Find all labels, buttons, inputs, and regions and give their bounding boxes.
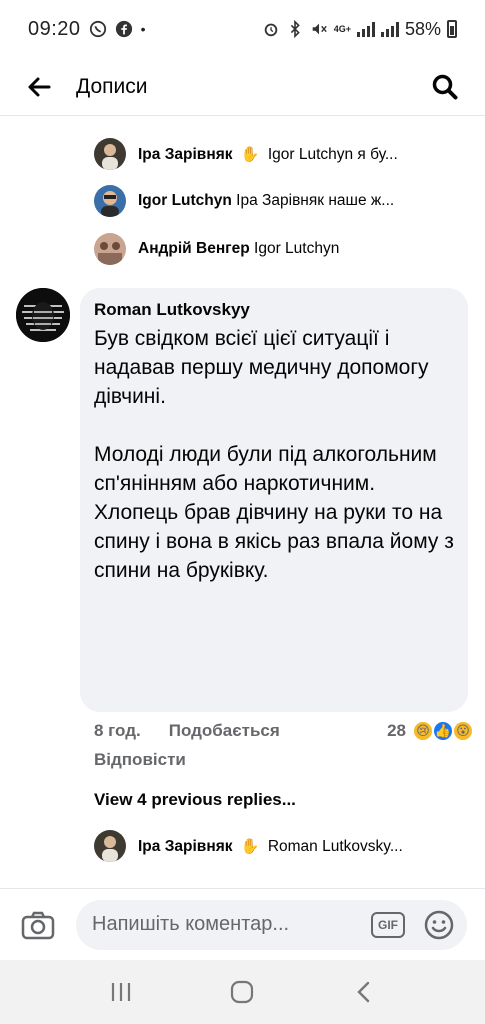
battery-icon bbox=[447, 20, 457, 38]
like-reaction-icon: 👍 bbox=[432, 720, 454, 742]
search-icon bbox=[432, 74, 458, 99]
signal-icon bbox=[356, 21, 375, 37]
bluetooth-icon bbox=[290, 20, 300, 38]
reply-item[interactable]: Igor Lutchyn Іра Зарівняк наше ж... bbox=[94, 183, 464, 219]
network-type: 4G+ bbox=[333, 24, 351, 34]
wow-reaction-icon: 😮 bbox=[452, 720, 474, 742]
avatar[interactable] bbox=[94, 830, 126, 862]
recents-icon bbox=[111, 983, 130, 1001]
reactions[interactable]: 28 😢 👍 😮 bbox=[387, 720, 474, 742]
avatar[interactable] bbox=[94, 185, 126, 217]
viber-icon bbox=[89, 20, 106, 38]
status-bar: 09:20 • 4G+ 58% bbox=[0, 0, 485, 58]
signal-icon-2 bbox=[380, 21, 399, 37]
reply-item[interactable]: Іра Зарівняк ✋ Igor Lutchyn я бу... bbox=[94, 136, 464, 172]
comment-body: Був свідком всієї цієї ситуації і надава… bbox=[94, 327, 454, 582]
search-button[interactable] bbox=[429, 71, 461, 103]
reply-author[interactable]: Іра Зарівняк bbox=[138, 146, 233, 163]
top-bar: Дописи bbox=[0, 58, 485, 116]
comment-actions: 8 год. Подобається 28 😢 👍 😮 bbox=[94, 720, 474, 742]
reply-snippet: Igor Lutchyn я бу... bbox=[267, 145, 398, 163]
dot-icon: • bbox=[140, 21, 146, 37]
reply-snippet: Igor Lutchyn bbox=[254, 240, 340, 257]
back-button[interactable] bbox=[24, 72, 54, 102]
mute-icon bbox=[312, 23, 327, 35]
comment-time[interactable]: 8 год. bbox=[94, 721, 141, 741]
sad-reaction-icon: 😢 bbox=[412, 720, 434, 742]
camera-icon bbox=[21, 911, 55, 939]
waving-hand-icon: ✋ bbox=[240, 145, 260, 163]
comment-composer: GIF bbox=[0, 888, 485, 960]
reply-item[interactable]: Іра Зарівняк ✋ Roman Lutkovsky... bbox=[94, 828, 464, 864]
reaction-count: 28 bbox=[387, 721, 406, 740]
reply-snippet: Roman Lutkovsky... bbox=[267, 837, 403, 855]
home-button[interactable] bbox=[222, 972, 262, 1012]
comment-input-wrapper[interactable]: GIF bbox=[76, 899, 467, 950]
reply-author[interactable]: Іра Зарівняк bbox=[138, 838, 233, 855]
avatar[interactable] bbox=[16, 288, 70, 342]
alarm-icon bbox=[264, 23, 278, 37]
comment-input[interactable] bbox=[92, 913, 363, 936]
battery-percent: 58% bbox=[404, 18, 441, 39]
chevron-left-icon bbox=[357, 981, 370, 1003]
system-nav-bar bbox=[0, 960, 485, 1024]
status-time: 09:20 bbox=[28, 17, 81, 40]
emoji-icon[interactable] bbox=[423, 909, 455, 941]
page-title: Дописи bbox=[76, 74, 148, 98]
home-icon bbox=[231, 980, 254, 1004]
arrow-left-icon bbox=[28, 77, 51, 96]
reply-author[interactable]: Андрій Венгер bbox=[138, 240, 250, 257]
avatar[interactable] bbox=[94, 138, 126, 170]
view-previous-replies[interactable]: View 4 previous replies... bbox=[94, 790, 296, 810]
gif-button[interactable]: GIF bbox=[371, 911, 405, 938]
reply-snippet: Іра Зарівняк наше ж... bbox=[236, 192, 395, 209]
avatar[interactable] bbox=[94, 233, 126, 265]
camera-button[interactable] bbox=[18, 905, 58, 945]
reply-item[interactable]: Андрій Венгер Igor Lutchyn bbox=[94, 231, 464, 267]
back-nav-button[interactable] bbox=[344, 972, 384, 1012]
reply-author[interactable]: Igor Lutchyn bbox=[138, 192, 232, 209]
like-button[interactable]: Подобається bbox=[169, 721, 280, 741]
facebook-icon bbox=[115, 20, 132, 38]
waving-hand-icon: ✋ bbox=[240, 837, 260, 855]
reply-button[interactable]: Відповісти bbox=[94, 750, 186, 770]
recent-apps-button[interactable] bbox=[101, 972, 141, 1012]
comment-author[interactable]: Roman Lutkovskyy bbox=[94, 300, 454, 320]
comment-bubble[interactable]: Roman Lutkovskyy Був свідком всієї цієї … bbox=[80, 288, 468, 712]
